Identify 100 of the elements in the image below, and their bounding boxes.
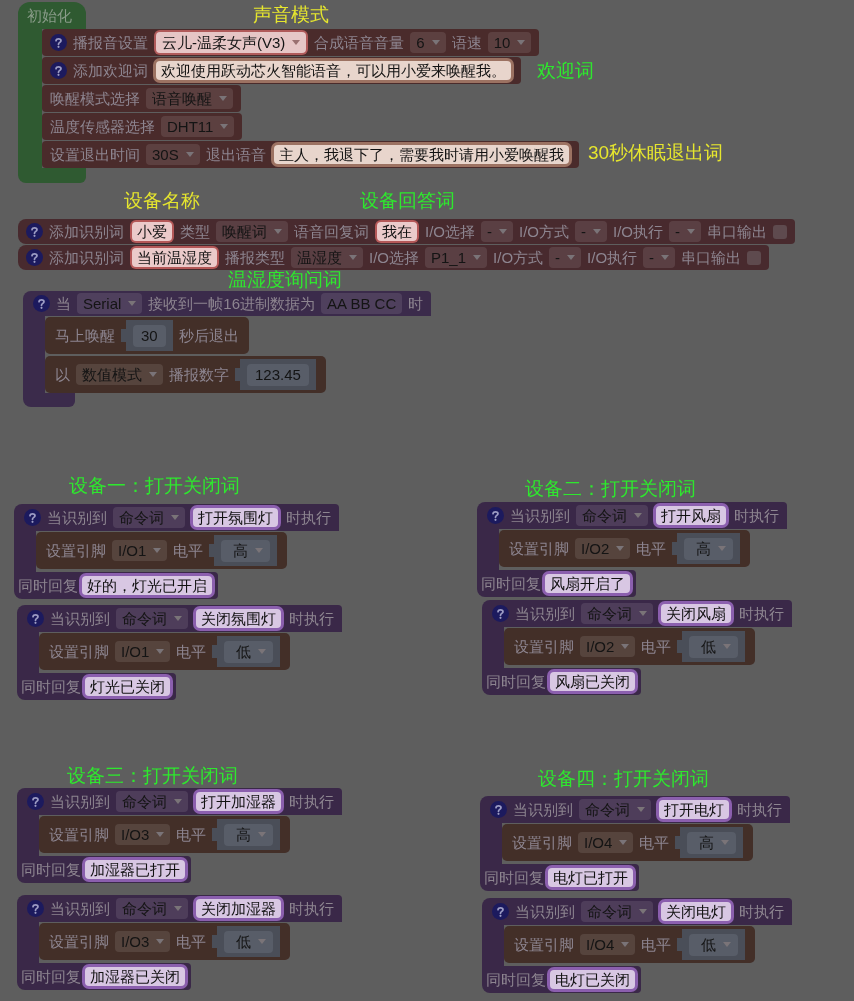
- text-field[interactable]: 我在: [377, 222, 417, 241]
- block-label: 电平: [176, 825, 207, 844]
- text-field[interactable]: 关闭加湿器: [196, 899, 281, 918]
- dropdown[interactable]: DHT11: [161, 116, 235, 137]
- block-label: 设置退出时间: [50, 145, 140, 164]
- dropdown[interactable]: -: [481, 221, 513, 242]
- block-label: 电平: [639, 833, 670, 852]
- text-field[interactable]: 打开风扇: [656, 506, 726, 525]
- text-field[interactable]: 当前温湿度: [132, 248, 217, 267]
- help-icon[interactable]: [26, 249, 43, 266]
- dropdown[interactable]: 高: [221, 539, 271, 562]
- caret-icon: [634, 513, 642, 518]
- dropdown[interactable]: 命令词: [581, 901, 653, 922]
- dropdown[interactable]: 低: [689, 933, 739, 956]
- text-field[interactable]: 加湿器已打开: [85, 860, 185, 879]
- dropdown[interactable]: 语音唤醒: [146, 88, 233, 109]
- checkbox[interactable]: [773, 224, 788, 239]
- dropdown[interactable]: 命令词: [581, 603, 653, 624]
- dropdown[interactable]: 温湿度: [291, 247, 363, 268]
- dropdown[interactable]: 高: [684, 537, 734, 560]
- block-label: 当识别到: [513, 800, 573, 819]
- text-field[interactable]: 电灯已关闭: [550, 970, 635, 989]
- help-icon[interactable]: [492, 903, 509, 920]
- help-icon[interactable]: [27, 900, 44, 917]
- help-icon[interactable]: [27, 610, 44, 627]
- text-field[interactable]: 打开氛围灯: [193, 508, 278, 527]
- dropdown[interactable]: I/O2: [575, 538, 631, 559]
- help-icon[interactable]: [27, 793, 44, 810]
- help-icon[interactable]: [33, 295, 50, 312]
- block-label: 播报数字: [169, 365, 229, 384]
- text-field[interactable]: 欢迎使用跃动芯火智能语音，可以用小爱来唤醒我。: [156, 61, 511, 80]
- dropdown[interactable]: 6: [410, 32, 446, 53]
- text-field[interactable]: 关闭电灯: [661, 902, 731, 921]
- dropdown[interactable]: I/O3: [115, 824, 171, 845]
- text-field[interactable]: 风扇开启了: [545, 574, 630, 593]
- text-field[interactable]: 好的，灯光已开启: [82, 576, 212, 595]
- dropdown[interactable]: -: [643, 247, 676, 268]
- caret-icon: [171, 515, 179, 520]
- dropdown[interactable]: I/O4: [578, 832, 634, 853]
- text-field[interactable]: 关闭氛围灯: [196, 609, 281, 628]
- help-icon[interactable]: [490, 801, 507, 818]
- dropdown[interactable]: 高: [687, 831, 737, 854]
- text-field[interactable]: 风扇已关闭: [550, 672, 635, 691]
- help-icon[interactable]: [50, 34, 67, 51]
- dropdown[interactable]: I/O1: [112, 540, 168, 561]
- text-field[interactable]: 关闭风扇: [661, 604, 731, 623]
- dropdown[interactable]: 低: [689, 635, 739, 658]
- checkbox[interactable]: [747, 250, 762, 265]
- number-field[interactable]: 30: [133, 324, 166, 347]
- dropdown[interactable]: -: [669, 221, 702, 242]
- help-icon[interactable]: [50, 62, 67, 79]
- block-label: 添加识别词: [49, 248, 124, 267]
- dropdown[interactable]: -: [575, 221, 608, 242]
- block-label: 电平: [176, 932, 207, 951]
- text-field[interactable]: 灯光已关闭: [85, 677, 170, 696]
- dropdown[interactable]: 命令词: [576, 505, 648, 526]
- dropdown[interactable]: I/O1: [115, 641, 171, 662]
- number-field[interactable]: 123.45: [247, 363, 309, 386]
- dropdown[interactable]: 数值模式: [76, 364, 163, 385]
- annotation-label: 欢迎词: [537, 61, 594, 80]
- text-field[interactable]: 打开电灯: [659, 800, 729, 819]
- dropdown[interactable]: -: [549, 247, 582, 268]
- text-field[interactable]: AA BB CC: [321, 293, 403, 314]
- block-label: 串口输出: [681, 248, 742, 267]
- dropdown[interactable]: 命令词: [113, 507, 185, 528]
- caret-icon: [621, 644, 630, 649]
- text-field[interactable]: 电灯已打开: [548, 868, 633, 887]
- help-icon[interactable]: [26, 223, 43, 240]
- block-label: 语音回复词: [294, 222, 369, 241]
- dropdown[interactable]: 命令词: [116, 898, 188, 919]
- help-icon[interactable]: [24, 509, 41, 526]
- text-field[interactable]: 打开加湿器: [196, 792, 281, 811]
- caret-icon: [593, 229, 602, 234]
- text-field[interactable]: 主人，我退下了，需要我时请用小爱唤醒我: [273, 145, 569, 164]
- help-icon[interactable]: [492, 605, 509, 622]
- help-icon[interactable]: [487, 507, 504, 524]
- dropdown[interactable]: 命令词: [116, 608, 188, 629]
- block-label: 当识别到: [47, 508, 107, 527]
- caret-icon: [619, 840, 628, 845]
- dropdown[interactable]: 云儿-温柔女声(V3): [156, 32, 307, 53]
- dropdown[interactable]: 高: [224, 823, 274, 846]
- dropdown[interactable]: 低: [224, 640, 274, 663]
- caret-icon: [258, 649, 267, 654]
- caret-icon: [723, 644, 732, 649]
- dropdown[interactable]: 10: [487, 32, 532, 53]
- dropdown[interactable]: 30S: [146, 144, 200, 165]
- dropdown[interactable]: 命令词: [116, 791, 188, 812]
- dropdown[interactable]: 命令词: [579, 799, 651, 820]
- dropdown[interactable]: I/O3: [115, 931, 171, 952]
- dropdown[interactable]: 唤醒词: [216, 221, 288, 242]
- dropdown[interactable]: I/O4: [580, 934, 636, 955]
- dropdown[interactable]: P1_1: [425, 247, 488, 268]
- text-field[interactable]: 小爱: [132, 222, 172, 241]
- block-label: 同时回复: [486, 672, 546, 691]
- text-field[interactable]: 加湿器已关闭: [85, 967, 185, 986]
- dropdown[interactable]: 低: [224, 930, 274, 953]
- dropdown[interactable]: I/O2: [580, 636, 636, 657]
- dropdown[interactable]: Serial: [77, 293, 143, 314]
- block-label: 当识别到: [515, 902, 575, 921]
- caret-icon: [174, 616, 182, 621]
